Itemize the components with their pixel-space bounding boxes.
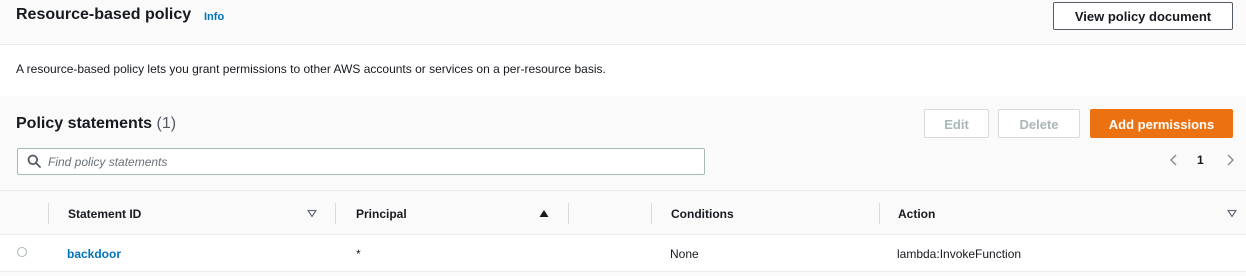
column-separator (335, 203, 336, 224)
statement-id-link[interactable]: backdoor (67, 247, 121, 261)
conditions-cell: None (670, 247, 699, 261)
caret-up-filled-icon[interactable] (539, 209, 549, 218)
principal-cell: * (356, 247, 361, 261)
caret-down-outline-icon[interactable] (1227, 209, 1237, 218)
column-header-statement-id[interactable]: Statement ID (68, 207, 141, 221)
row-select-radio[interactable] (17, 247, 27, 257)
column-header-conditions[interactable]: Conditions (671, 207, 734, 221)
pager-page-number[interactable]: 1 (1197, 153, 1204, 167)
delete-button[interactable]: Delete (998, 109, 1080, 138)
policy-description: A resource-based policy lets you grant p… (16, 62, 606, 76)
search-box[interactable] (17, 148, 705, 175)
statements-title: Policy statements (16, 115, 153, 132)
panel-title: Resource-based policy (16, 6, 192, 23)
statements-heading: Policy statements (1) (16, 115, 176, 133)
column-separator (651, 203, 652, 224)
chevron-left-icon[interactable] (1168, 153, 1180, 167)
column-header-principal[interactable]: Principal (356, 207, 407, 221)
info-link[interactable]: Info (204, 11, 224, 23)
action-cell: lambda:InvokeFunction (897, 247, 1022, 261)
search-icon (27, 154, 41, 168)
policy-statements-section: Policy statements (1) Edit Delete Add pe… (0, 96, 1246, 276)
column-separator (568, 203, 569, 224)
table-header: Statement ID Principal Conditions Action (0, 190, 1246, 235)
panel-header: Resource-based policy Info View policy d… (0, 0, 1246, 45)
table-row[interactable]: backdoor * None lambda:InvokeFunction (0, 235, 1246, 272)
column-separator (48, 203, 49, 224)
search-input[interactable] (48, 150, 698, 173)
column-header-action[interactable]: Action (898, 207, 935, 221)
statements-count: (1) (156, 115, 177, 132)
chevron-right-icon[interactable] (1224, 153, 1236, 167)
view-policy-document-button[interactable]: View policy document (1053, 2, 1233, 30)
add-permissions-button[interactable]: Add permissions (1090, 109, 1233, 138)
edit-button[interactable]: Edit (924, 109, 989, 138)
caret-down-outline-icon[interactable] (307, 209, 317, 218)
column-separator (879, 203, 880, 224)
